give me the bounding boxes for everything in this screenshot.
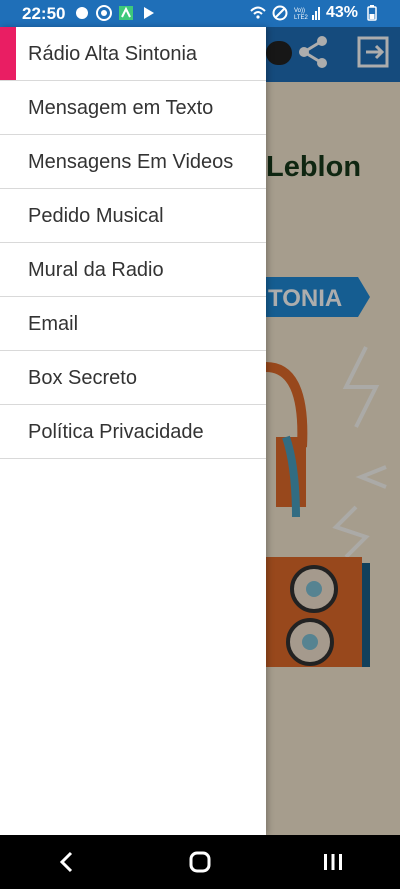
menu-item-label: Política Privacidade (28, 420, 204, 443)
battery-percent: 43% (325, 4, 358, 21)
menu-item-label: Mural da Radio (28, 258, 164, 281)
wifi-icon (250, 6, 266, 19)
back-button[interactable] (37, 842, 97, 882)
menu-item-label: Mensagem em Texto (28, 96, 214, 119)
status-system-icons: Vo)) LTE2 43% (250, 4, 380, 22)
active-indicator (0, 27, 16, 80)
navigation-drawer: Rádio Alta Sintonia Mensagem em Texto Me… (0, 27, 266, 835)
status-notification-icons (74, 5, 156, 21)
status-time: 22:50 (22, 4, 66, 23)
play-icon (144, 7, 154, 19)
home-icon (189, 851, 211, 873)
back-icon (59, 851, 72, 873)
menu-item-box-secreto[interactable]: Box Secreto (0, 351, 266, 405)
signal-icon: Vo))LTE2 (294, 7, 320, 21)
svg-text:Vo)): Vo)) (294, 8, 305, 14)
menu-item-email[interactable]: Email (0, 297, 266, 351)
chat-icon (76, 7, 88, 19)
menu-item-label: Mensagens Em Videos (28, 150, 234, 173)
record-icon (96, 5, 112, 21)
menu-item-pedido-musical[interactable]: Pedido Musical (0, 189, 266, 243)
menu-item-radio-alta-sintonia[interactable]: Rádio Alta Sintonia (0, 27, 266, 81)
recents-icon (324, 854, 343, 870)
battery-icon (367, 5, 377, 21)
menu-item-mensagem-em-texto[interactable]: Mensagem em Texto (0, 81, 266, 135)
home-button[interactable] (170, 842, 230, 882)
menu-item-label: Rádio Alta Sintonia (28, 42, 198, 65)
menu-item-politica-privacidade[interactable]: Política Privacidade (0, 405, 266, 459)
activity-icon (119, 6, 133, 20)
menu-item-label: Pedido Musical (28, 204, 164, 227)
do-not-disturb-icon (272, 5, 288, 21)
menu-item-label: Email (28, 312, 79, 335)
svg-text:LTE2: LTE2 (294, 15, 309, 21)
menu-item-mensagens-em-videos[interactable]: Mensagens Em Videos (0, 135, 266, 189)
recents-button[interactable] (303, 842, 363, 882)
menu-item-mural-da-radio[interactable]: Mural da Radio (0, 243, 266, 297)
status-bar: 22:50 Vo)) LTE2 43% (0, 0, 400, 27)
menu-item-label: Box Secreto (28, 366, 137, 389)
system-navigation-bar (0, 835, 400, 889)
